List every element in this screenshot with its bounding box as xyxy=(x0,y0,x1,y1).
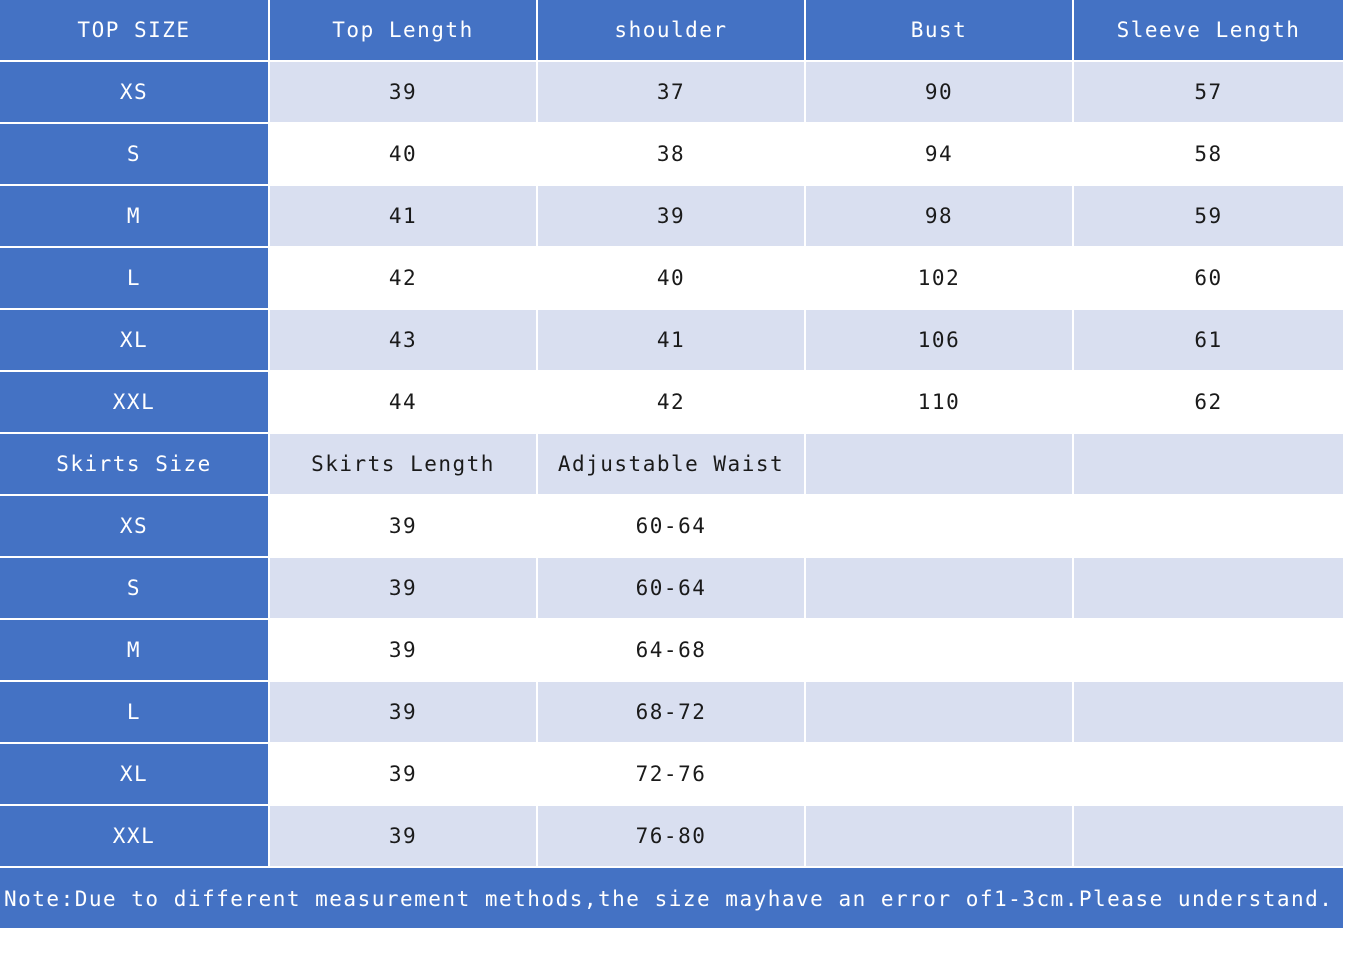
skirts-row-blank-1 xyxy=(806,496,1074,558)
tops-row-top-length: 39 xyxy=(270,62,538,124)
skirts-row-skirt-length: 39 xyxy=(270,682,538,744)
table-row: L 39 68-72 xyxy=(0,682,1345,744)
tops-row-size: XL xyxy=(0,310,270,372)
skirts-row-size: XXL xyxy=(0,806,270,868)
skirts-row-blank-1 xyxy=(806,558,1074,620)
table-row: XL 39 72-76 xyxy=(0,744,1345,806)
table-row: XL 43 41 106 61 xyxy=(0,310,1345,372)
skirts-row-skirt-length: 39 xyxy=(270,620,538,682)
skirts-row-blank-1 xyxy=(806,682,1074,744)
tops-row-sleeve-length: 58 xyxy=(1074,124,1345,186)
skirts-header-skirt-length: Skirts Length xyxy=(270,434,538,496)
tops-row-bust: 98 xyxy=(806,186,1074,248)
tops-header-row: TOP SIZE Top Length shoulder Bust Sleeve… xyxy=(0,0,1345,62)
tops-row-bust: 94 xyxy=(806,124,1074,186)
skirts-row-blank-2 xyxy=(1074,558,1345,620)
skirts-row-size: XL xyxy=(0,744,270,806)
skirts-header-blank-2 xyxy=(1074,434,1345,496)
table-row: XXL 44 42 110 62 xyxy=(0,372,1345,434)
skirts-row-blank-2 xyxy=(1074,806,1345,868)
tops-row-size: XS xyxy=(0,62,270,124)
table-row: S 39 60-64 xyxy=(0,558,1345,620)
tops-row-sleeve-length: 60 xyxy=(1074,248,1345,310)
skirts-row-blank-1 xyxy=(806,806,1074,868)
skirts-row-skirt-length: 39 xyxy=(270,558,538,620)
tops-row-sleeve-length: 61 xyxy=(1074,310,1345,372)
tops-row-top-length: 41 xyxy=(270,186,538,248)
skirts-row-size: S xyxy=(0,558,270,620)
skirts-row-skirt-length: 39 xyxy=(270,744,538,806)
skirts-row-blank-2 xyxy=(1074,496,1345,558)
tops-header-bust: Bust xyxy=(806,0,1074,62)
tops-row-top-length: 40 xyxy=(270,124,538,186)
skirts-header-blank-1 xyxy=(806,434,1074,496)
tops-header-top-length: Top Length xyxy=(270,0,538,62)
tops-row-sleeve-length: 62 xyxy=(1074,372,1345,434)
tops-row-bust: 102 xyxy=(806,248,1074,310)
footer-note-text: Note:Due to different measurement method… xyxy=(0,868,1345,930)
skirts-row-adjustable-waist: 60-64 xyxy=(538,558,806,620)
tops-row-size: M xyxy=(0,186,270,248)
size-chart-table: TOP SIZE Top Length shoulder Bust Sleeve… xyxy=(0,0,1345,930)
skirts-row-blank-2 xyxy=(1074,620,1345,682)
tops-row-sleeve-length: 59 xyxy=(1074,186,1345,248)
skirts-row-adjustable-waist: 76-80 xyxy=(538,806,806,868)
skirts-row-size: M xyxy=(0,620,270,682)
skirts-row-size: XS xyxy=(0,496,270,558)
tops-row-shoulder: 42 xyxy=(538,372,806,434)
tops-row-sleeve-length: 57 xyxy=(1074,62,1345,124)
skirts-header-size: Skirts Size xyxy=(0,434,270,496)
table-row: XS 39 60-64 xyxy=(0,496,1345,558)
tops-header-sleeve-length: Sleeve Length xyxy=(1074,0,1345,62)
tops-row-size: L xyxy=(0,248,270,310)
tops-row-shoulder: 38 xyxy=(538,124,806,186)
tops-row-bust: 106 xyxy=(806,310,1074,372)
tops-row-top-length: 44 xyxy=(270,372,538,434)
skirts-row-blank-1 xyxy=(806,744,1074,806)
skirts-header-row: Skirts Size Skirts Length Adjustable Wai… xyxy=(0,434,1345,496)
skirts-row-adjustable-waist: 68-72 xyxy=(538,682,806,744)
skirts-row-size: L xyxy=(0,682,270,744)
table-row: L 42 40 102 60 xyxy=(0,248,1345,310)
size-chart-root: TOP SIZE Top Length shoulder Bust Sleeve… xyxy=(0,0,1345,961)
skirts-row-blank-2 xyxy=(1074,682,1345,744)
tops-header-shoulder: shoulder xyxy=(538,0,806,62)
tops-row-shoulder: 41 xyxy=(538,310,806,372)
skirts-row-blank-1 xyxy=(806,620,1074,682)
tops-row-shoulder: 37 xyxy=(538,62,806,124)
skirts-row-adjustable-waist: 60-64 xyxy=(538,496,806,558)
table-row: S 40 38 94 58 xyxy=(0,124,1345,186)
skirts-row-skirt-length: 39 xyxy=(270,496,538,558)
skirts-header-adjustable-waist: Adjustable Waist xyxy=(538,434,806,496)
tops-row-top-length: 43 xyxy=(270,310,538,372)
tops-row-size: S xyxy=(0,124,270,186)
tops-row-bust: 110 xyxy=(806,372,1074,434)
tops-row-shoulder: 40 xyxy=(538,248,806,310)
tops-row-top-length: 42 xyxy=(270,248,538,310)
tops-header-size: TOP SIZE xyxy=(0,0,270,62)
footer-note-row: Note:Due to different measurement method… xyxy=(0,868,1345,930)
skirts-row-adjustable-waist: 72-76 xyxy=(538,744,806,806)
skirts-row-adjustable-waist: 64-68 xyxy=(538,620,806,682)
tops-row-bust: 90 xyxy=(806,62,1074,124)
table-row: M 41 39 98 59 xyxy=(0,186,1345,248)
table-row: XS 39 37 90 57 xyxy=(0,62,1345,124)
tops-row-size: XXL xyxy=(0,372,270,434)
tops-row-shoulder: 39 xyxy=(538,186,806,248)
table-row: M 39 64-68 xyxy=(0,620,1345,682)
skirts-row-blank-2 xyxy=(1074,744,1345,806)
skirts-row-skirt-length: 39 xyxy=(270,806,538,868)
table-row: XXL 39 76-80 xyxy=(0,806,1345,868)
